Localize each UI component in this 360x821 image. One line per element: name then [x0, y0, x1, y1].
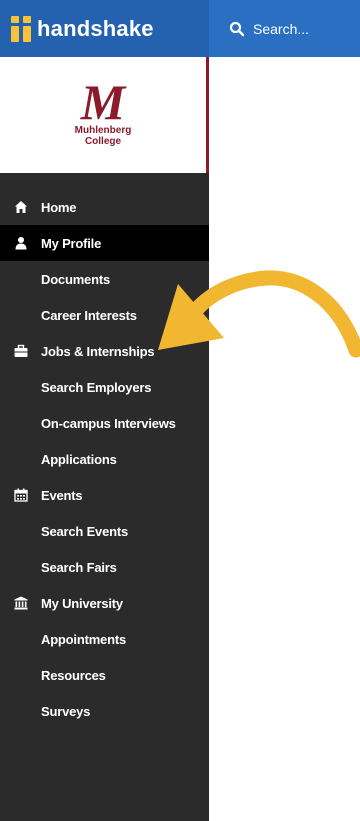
sidebar-item-my-university[interactable]: My University — [0, 585, 209, 621]
sidebar-item-label: On-campus Interviews — [41, 415, 176, 431]
sidebar-item-surveys[interactable]: Surveys — [0, 693, 209, 729]
search-icon — [229, 21, 245, 36]
brand-logo[interactable]: handshake — [0, 0, 209, 57]
sidebar-item-label: Search Fairs — [41, 559, 117, 575]
sidebar-item-label: Applications — [41, 451, 117, 467]
sidebar-item-label: Search Events — [41, 523, 129, 539]
school-name-line2: College — [84, 136, 122, 147]
sidebar-item-applications[interactable]: Applications — [0, 441, 209, 477]
calendar-icon — [14, 488, 28, 502]
school-logo[interactable]: M Muhlenberg College — [0, 57, 209, 173]
muhlenberg-monogram-icon: M — [80, 77, 127, 125]
university-icon — [14, 596, 28, 610]
sidebar-item-label: Surveys — [41, 703, 91, 719]
sidebar-item-label: Jobs & Internships — [41, 343, 155, 359]
sidebar-item-label: My Profile — [41, 235, 102, 251]
sidebar-item-label: My University — [41, 595, 123, 611]
sidebar-item-search-events[interactable]: Search Events — [0, 513, 209, 549]
svg-text:M: M — [80, 77, 127, 125]
search-input[interactable]: Search... — [253, 21, 309, 37]
sidebar-item-appointments[interactable]: Appointments — [0, 621, 209, 657]
sidebar-item-events[interactable]: Events — [0, 477, 209, 513]
sidebar-item-my-profile[interactable]: My Profile — [0, 225, 209, 261]
user-icon — [15, 237, 27, 250]
brand-name: handshake — [37, 15, 154, 41]
search-bar[interactable]: Search... — [209, 0, 360, 57]
sidebar-item-label: Resources — [41, 667, 106, 683]
briefcase-icon — [14, 344, 28, 357]
sidebar-item-label: Events — [41, 487, 83, 503]
top-bar: handshake Search... — [0, 0, 360, 57]
sidebar-item-search-employers[interactable]: Search Employers — [0, 369, 209, 405]
sidebar-item-on-campus-interviews[interactable]: On-campus Interviews — [0, 405, 209, 441]
handshake-logo-icon — [11, 15, 33, 42]
sidebar-item-resources[interactable]: Resources — [0, 657, 209, 693]
sidebar-item-label: Career Interests — [41, 307, 137, 323]
home-icon — [15, 201, 27, 213]
sidebar-item-search-fairs[interactable]: Search Fairs — [0, 549, 209, 585]
sidebar-item-label: Documents — [41, 271, 110, 287]
main-content — [209, 57, 360, 821]
sidebar-item-label: Home — [41, 199, 77, 215]
sidebar-item-label: Search Employers — [41, 379, 152, 395]
sidebar: M Muhlenberg College Home My Profile Doc… — [0, 57, 209, 821]
school-name-line1: Muhlenberg — [74, 125, 132, 136]
curved-arrow-icon — [158, 270, 360, 358]
sidebar-item-home[interactable]: Home — [0, 189, 209, 225]
sidebar-item-label: Appointments — [41, 631, 126, 647]
